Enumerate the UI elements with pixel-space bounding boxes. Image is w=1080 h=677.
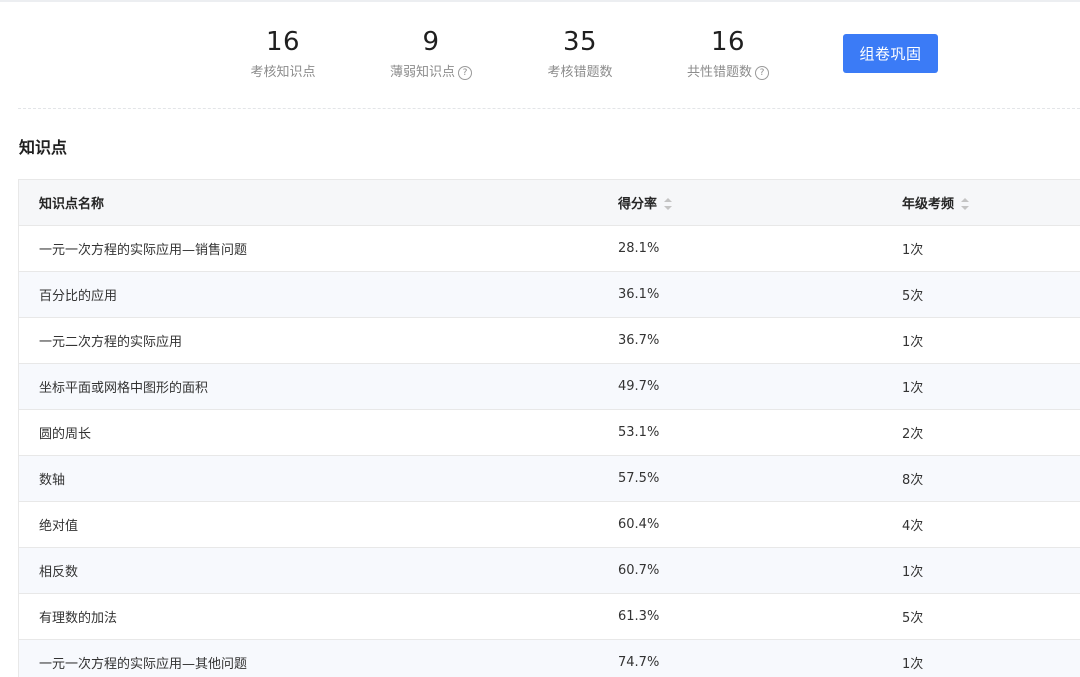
stat-value: 16 [710, 27, 746, 57]
cell-freq: 1次 [902, 335, 924, 350]
table-header-row: 知识点名称 得分率 年级考频 [19, 180, 1080, 226]
table-row: 相反数 60.7% 1次 [19, 548, 1080, 594]
header-freq-label: 年级考频 [902, 197, 955, 212]
stat-label-text: 考核错题数 [547, 65, 613, 80]
table-row: 坐标平面或网格中图形的面积 49.7% 1次 [19, 364, 1080, 410]
stat-label-text: 考核知识点 [250, 65, 316, 80]
stat-common-wrong-questions: 16 共性错题数 ? [658, 26, 798, 82]
cell-name: 百分比的应用 [39, 289, 118, 304]
cell-freq: 1次 [902, 657, 924, 672]
cell-score: 74.7% [618, 655, 660, 670]
table-row: 数轴 57.5% 8次 [19, 456, 1080, 502]
cell-score: 49.7% [618, 379, 660, 394]
cell-score: 36.7% [618, 333, 660, 348]
header-name-label: 知识点名称 [39, 197, 105, 212]
stat-weak-knowledge-points: 9 薄弱知识点 ? [361, 26, 501, 82]
cell-name: 一元一次方程的实际应用—其他问题 [39, 657, 248, 672]
cell-score: 61.3% [618, 609, 660, 624]
sort-icon[interactable] [664, 197, 673, 210]
table-row: 圆的周长 53.1% 2次 [19, 410, 1080, 456]
question-circle-icon[interactable]: ? [458, 66, 472, 80]
cell-name: 绝对值 [39, 519, 79, 534]
header-score-label: 得分率 [618, 197, 658, 212]
section-title: 知识点 [19, 138, 68, 157]
stat-assessed-wrong-questions: 35 考核错题数 [510, 26, 650, 82]
cell-name: 一元二次方程的实际应用 [39, 335, 183, 350]
cell-name: 相反数 [39, 565, 79, 580]
cell-name: 有理数的加法 [39, 611, 118, 626]
stat-value: 35 [562, 27, 598, 57]
stat-value: 16 [265, 27, 301, 57]
table-row: 有理数的加法 61.3% 5次 [19, 594, 1080, 640]
cell-score: 53.1% [618, 425, 660, 440]
cell-freq: 4次 [902, 519, 924, 534]
compose-paper-button[interactable]: 组卷巩固 [843, 34, 938, 73]
question-circle-icon[interactable]: ? [755, 66, 769, 80]
cell-freq: 1次 [902, 565, 924, 580]
cell-score: 28.1% [618, 241, 660, 256]
cell-freq: 1次 [902, 243, 924, 258]
cell-name: 坐标平面或网格中图形的面积 [39, 381, 209, 396]
stat-label: 考核错题数 [510, 64, 650, 82]
stat-label-text: 共性错题数 [686, 65, 752, 80]
table-row: 一元一次方程的实际应用—销售问题 28.1% 1次 [19, 226, 1080, 272]
sort-icon[interactable] [961, 197, 970, 210]
stat-label: 薄弱知识点 ? [361, 64, 501, 82]
stats-bar: 16 考核知识点 9 薄弱知识点 ? 35 考核错题数 16 共性错题数 ? 组… [0, 0, 1080, 108]
cell-score: 60.7% [618, 563, 660, 578]
table-row: 一元二次方程的实际应用 36.7% 1次 [19, 318, 1080, 364]
cell-name: 一元一次方程的实际应用—销售问题 [39, 243, 248, 258]
cell-score: 36.1% [618, 287, 660, 302]
header-freq-sort[interactable]: 年级考频 [902, 193, 1080, 212]
dashed-divider [18, 108, 1080, 109]
stat-label-text: 薄弱知识点 [389, 65, 455, 80]
header-score-sort[interactable]: 得分率 [618, 193, 902, 212]
cell-score: 60.4% [618, 517, 660, 532]
cell-freq: 1次 [902, 381, 924, 396]
cell-name: 数轴 [39, 473, 66, 488]
table-row: 一元一次方程的实际应用—其他问题 74.7% 1次 [19, 640, 1080, 677]
page: 16 考核知识点 9 薄弱知识点 ? 35 考核错题数 16 共性错题数 ? 组… [0, 0, 1080, 677]
cell-freq: 5次 [902, 611, 924, 626]
stat-label: 共性错题数 ? [658, 64, 798, 82]
cell-freq: 5次 [902, 289, 924, 304]
cell-freq: 8次 [902, 473, 924, 488]
cell-name: 圆的周长 [39, 427, 92, 442]
header-name: 知识点名称 [19, 193, 618, 212]
cell-score: 57.5% [618, 471, 660, 486]
cell-freq: 2次 [902, 427, 924, 442]
stat-value: 9 [422, 27, 440, 57]
stat-label: 考核知识点 [213, 64, 353, 82]
stat-assessed-knowledge-points: 16 考核知识点 [213, 26, 353, 82]
knowledge-points-table: 知识点名称 得分率 年级考频 一元一次方程的实际应用—销售问题 28.1% 1次… [18, 179, 1080, 677]
table-row: 绝对值 60.4% 4次 [19, 502, 1080, 548]
table-row: 百分比的应用 36.1% 5次 [19, 272, 1080, 318]
